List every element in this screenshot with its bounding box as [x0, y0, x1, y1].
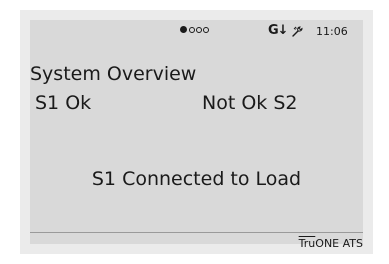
- display-bezel: G↓ 11:06 System Overview S1 Ok Not Ok S2…: [20, 10, 373, 254]
- page-dot-active: [180, 26, 187, 33]
- status-bar: G↓ 11:06: [30, 20, 363, 42]
- brand-logo: TruONE ATS: [299, 237, 363, 250]
- page-title: System Overview: [30, 63, 197, 85]
- page-indicator: [180, 26, 209, 33]
- lcd-screen: G↓ 11:06 System Overview S1 Ok Not Ok S2…: [30, 20, 363, 250]
- footer-divider: [30, 232, 363, 233]
- brand-prefix: Tru: [298, 237, 316, 250]
- generator-icon: G↓: [268, 23, 289, 38]
- brand-suffix: ONE ATS: [315, 237, 363, 250]
- page-dot: [196, 26, 202, 33]
- wrench-icon: [292, 26, 303, 37]
- s2-status: Not Ok S2: [202, 92, 298, 114]
- page-dot: [203, 26, 209, 33]
- page-dot: [189, 26, 195, 33]
- s1-status: S1 Ok: [35, 92, 92, 114]
- connection-message: S1 Connected to Load: [91, 168, 302, 190]
- clock-time: 11:06: [316, 25, 348, 38]
